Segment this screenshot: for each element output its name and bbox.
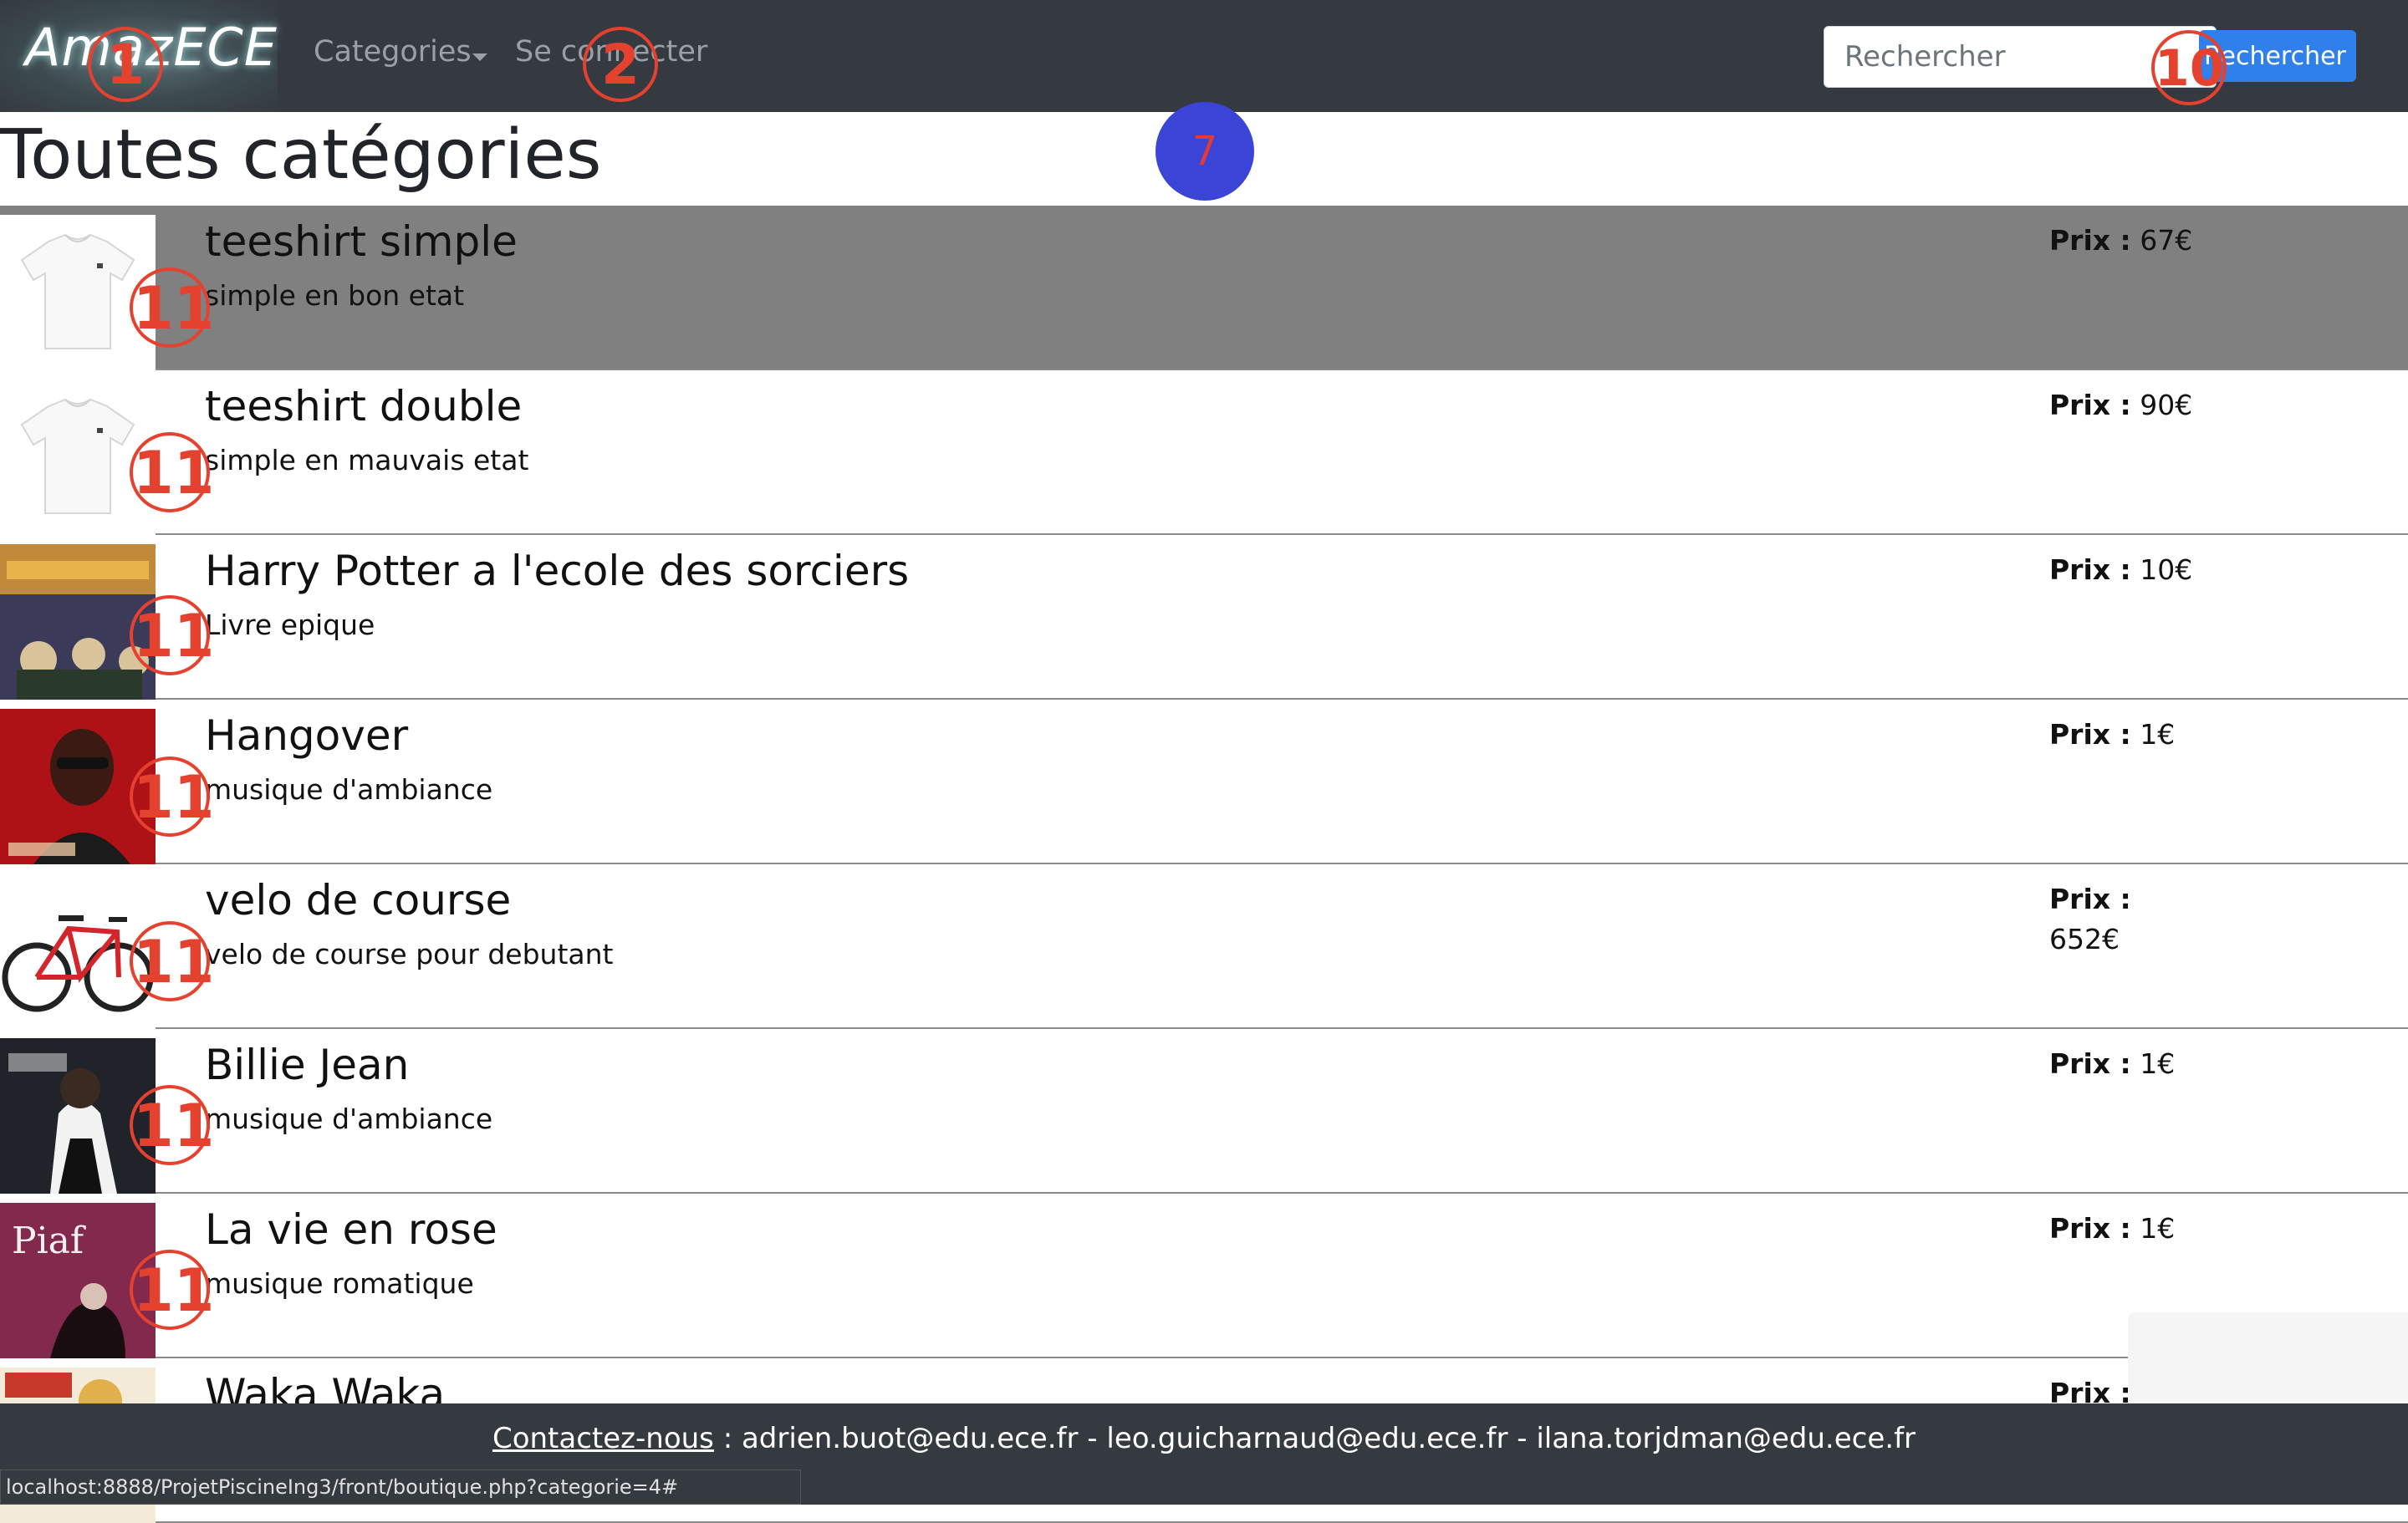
- price-label: Prix :: [2049, 883, 2131, 915]
- product-name[interactable]: La vie en rose: [205, 1205, 497, 1254]
- price-label: Prix :: [2049, 718, 2131, 751]
- page-title: Toutes catégories: [0, 115, 602, 195]
- contact-emails: : adrien.buot@edu.ece.fr - leo.guicharna…: [713, 1422, 1916, 1455]
- price-value: 1€: [2140, 1212, 2176, 1245]
- price-value: 1€: [2140, 718, 2176, 751]
- product-row[interactable]: teeshirt simple simple en bon etat Prix …: [0, 206, 2408, 370]
- product-price: Prix : 67€: [2049, 221, 2242, 261]
- navbar: AmazECE Categories Se connecter Recherch…: [0, 0, 2408, 112]
- annotation-marker: 2: [583, 27, 658, 102]
- product-description: velo de course pour debutant: [205, 938, 614, 970]
- product-price: Prix : 1€: [2049, 715, 2242, 755]
- svg-text:Piaf: Piaf: [12, 1220, 86, 1262]
- product-name[interactable]: velo de course: [205, 876, 511, 924]
- price-value: 1€: [2140, 1047, 2176, 1080]
- product-description: musique d'ambiance: [205, 1103, 493, 1135]
- annotation-marker: 11: [130, 1250, 214, 1330]
- product-price: Prix : 90€: [2049, 385, 2242, 425]
- price-value: 652€: [2049, 923, 2120, 955]
- product-name[interactable]: teeshirt double: [205, 382, 522, 430]
- product-price: Prix : 10€: [2049, 550, 2242, 590]
- price-label: Prix :: [2049, 389, 2131, 421]
- product-description: simple en mauvais etat: [205, 444, 529, 476]
- annotation-marker: 1: [88, 27, 163, 102]
- price-value: 90€: [2140, 389, 2193, 421]
- annotation-marker: 7: [1156, 102, 1254, 201]
- price-label: Prix :: [2049, 553, 2131, 586]
- annotation-marker: 10: [2151, 30, 2227, 105]
- chevron-down-icon[interactable]: [472, 53, 487, 61]
- status-bar-url: localhost:8888/ProjetPiscineIng3/front/b…: [0, 1470, 801, 1505]
- footer-text: Contactez-nous : adrien.buot@edu.ece.fr …: [0, 1422, 2408, 1455]
- price-label: Prix :: [2049, 1212, 2131, 1245]
- product-price: Prix : 652€: [2049, 879, 2242, 960]
- product-row[interactable]: Billie Jean musique d'ambiance Prix : 1€: [0, 1029, 2408, 1194]
- annotation-marker: 11: [130, 432, 214, 512]
- price-label: Prix :: [2049, 1047, 2131, 1080]
- price-value: 67€: [2140, 224, 2193, 257]
- product-name[interactable]: Harry Potter a l'ecole des sorciers: [205, 547, 909, 595]
- annotation-marker: 11: [130, 756, 214, 837]
- contact-link[interactable]: Contactez-nous: [492, 1422, 714, 1455]
- product-row[interactable]: Harry Potter a l'ecole des sorciers Livr…: [0, 535, 2408, 700]
- price-value: 10€: [2140, 553, 2193, 586]
- categories-dropdown[interactable]: Categories: [314, 35, 472, 69]
- annotation-marker: 11: [130, 1085, 214, 1165]
- product-row[interactable]: Hangover musique d'ambiance Prix : 1€: [0, 700, 2408, 864]
- annotation-marker: 11: [130, 595, 214, 675]
- product-price: Prix : 1€: [2049, 1044, 2242, 1084]
- product-name[interactable]: teeshirt simple: [205, 217, 518, 266]
- product-row[interactable]: Piaf La vie en rose musique romatique Pr…: [0, 1194, 2408, 1358]
- product-row[interactable]: teeshirt double simple en mauvais etat P…: [0, 370, 2408, 535]
- product-description: simple en bon etat: [205, 279, 465, 312]
- product-list: teeshirt simple simple en bon etat Prix …: [0, 206, 2408, 1523]
- product-description: musique d'ambiance: [205, 773, 493, 806]
- product-price: Prix : 1€: [2049, 1209, 2242, 1249]
- annotation-marker: 11: [130, 921, 214, 1001]
- price-label: Prix :: [2049, 224, 2131, 257]
- product-name[interactable]: Hangover: [205, 711, 408, 760]
- annotation-marker: 11: [130, 267, 214, 348]
- product-row[interactable]: velo de course velo de course pour debut…: [0, 864, 2408, 1029]
- product-description: Livre epique: [205, 609, 375, 641]
- product-description: musique romatique: [205, 1267, 474, 1300]
- product-name[interactable]: Billie Jean: [205, 1041, 409, 1089]
